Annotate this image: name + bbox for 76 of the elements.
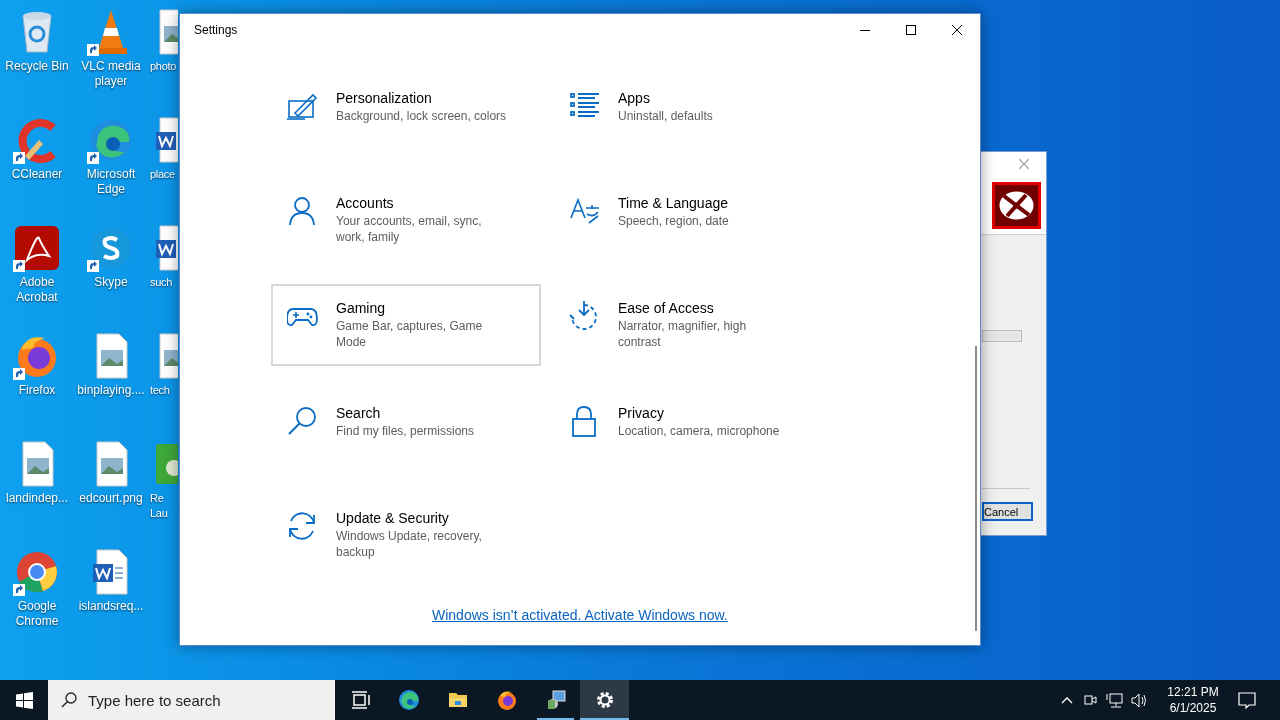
settings-category-tile[interactable]: Privacy Location, camera, microphone: [553, 389, 813, 471]
camera-icon[interactable]: [1083, 693, 1097, 707]
task-view-icon: [349, 690, 370, 710]
settings-category-tile[interactable]: Update & Security Windows Update, recovery, backup: [271, 494, 541, 576]
clock-time[interactable]: 12:21 PM: [1167, 684, 1219, 700]
desktop-icon-label[interactable]: Skype: [74, 275, 148, 290]
desktop-icon-label[interactable]: Recycle Bin: [0, 59, 74, 74]
search-icon: [287, 406, 318, 437]
desktop-icon-label[interactable]: landindep...: [0, 491, 74, 506]
category-description: Background, lock screen, colors: [336, 108, 508, 124]
settings-category-tile[interactable]: Search Find my files, permissions: [271, 389, 541, 471]
desktop-icon-label[interactable]: Re Lau: [150, 491, 180, 521]
refresh-icon: [287, 511, 318, 542]
desktop-icon-label[interactable]: CCleaner: [0, 167, 74, 182]
speaker-icon[interactable]: [1131, 692, 1148, 708]
disc-icon: [992, 182, 1041, 229]
close-icon: [952, 25, 962, 35]
cancel-button[interactable]: Cancel: [982, 502, 1033, 521]
category-description: Speech, region, date: [618, 213, 730, 229]
paint-icon: [287, 91, 318, 122]
category-title: Ease of Access: [618, 299, 715, 318]
category-description: Uninstall, defaults: [618, 108, 714, 124]
category-title: Time & Language: [618, 194, 729, 213]
clock-date[interactable]: 6/1/2025: [1169, 700, 1217, 716]
settings-category-tile[interactable]: Time & Language Speech, region, date: [553, 179, 813, 261]
minimize-icon: [860, 29, 870, 31]
category-title: Personalization: [336, 89, 433, 108]
timer-icon: [569, 301, 600, 332]
notification-icon[interactable]: [1238, 691, 1256, 709]
category-description: Location, camera, microphone: [618, 423, 781, 439]
edge-icon: [398, 690, 419, 710]
desktop-icon-label[interactable]: Firefox: [0, 383, 74, 398]
desktop-icon-label[interactable]: Adobe Acrobat: [0, 275, 74, 305]
activate-windows-link[interactable]: Windows isn’t activated. Activate Windows now.: [432, 605, 728, 626]
desktop-icon-label[interactable]: photo: [150, 59, 180, 74]
firefox-icon: [496, 690, 517, 710]
category-title: Apps: [618, 89, 651, 108]
settings-category-tile[interactable]: Ease of Access Narrator, magnifier, high contrast: [553, 284, 813, 366]
desktop-icon-label[interactable]: islandsreq...: [74, 599, 148, 614]
desktop-icon-label[interactable]: Google Chrome: [0, 599, 74, 629]
settings-category-tile[interactable]: Gaming Game Bar, captures, Game Mode: [271, 284, 541, 366]
settings-icon: [594, 690, 615, 710]
close-icon[interactable]: [1019, 159, 1029, 169]
category-description: Find my files, permissions: [336, 423, 476, 439]
category-title: Gaming: [336, 299, 387, 318]
settings-category-tile[interactable]: Personalization Background, lock screen, colors: [271, 74, 541, 156]
desktop-icon-label[interactable]: binplaying....: [74, 383, 148, 398]
category-title: Privacy: [618, 404, 665, 423]
folder-icon: [447, 690, 468, 710]
category-title: Search: [336, 404, 382, 423]
desktop-icon-label[interactable]: VLC media player: [74, 59, 148, 89]
maximize-icon: [906, 25, 916, 35]
desktop-icon-label[interactable]: Microsoft Edge: [74, 167, 148, 197]
category-description: Game Bar, captures, Game Mode: [336, 318, 484, 350]
language-icon: [569, 196, 600, 227]
settings-category-tile[interactable]: Apps Uninstall, defaults: [553, 74, 813, 156]
window-title: Settings: [194, 22, 239, 39]
search-field[interactable]: Type here to search: [48, 680, 335, 720]
category-description: Windows Update, recovery, backup: [336, 528, 483, 560]
person-icon: [287, 196, 318, 227]
category-title: Accounts: [336, 194, 395, 213]
desktop-icon-label[interactable]: tech: [150, 383, 180, 398]
category-title: Update & Security: [336, 509, 450, 528]
search-icon: [61, 692, 77, 708]
installer-icon: [545, 690, 566, 710]
settings-category-tile[interactable]: Accounts Your accounts, email, sync, work, family: [271, 179, 541, 261]
desktop-icon-label[interactable]: edcourt.png: [74, 491, 148, 506]
windows-logo-icon: [15, 691, 33, 709]
chevron-up-icon[interactable]: [1061, 696, 1073, 704]
category-description: Narrator, magnifier, high contrast: [618, 318, 748, 350]
desktop-icon-label[interactable]: place: [150, 167, 180, 182]
network-icon[interactable]: [1106, 692, 1123, 708]
scrollbar-thumb[interactable]: [975, 346, 977, 631]
taskbar-button[interactable]: [580, 680, 629, 720]
desktop-icon-label[interactable]: such: [150, 275, 180, 290]
category-description: Your accounts, email, sync, work, family: [336, 213, 483, 245]
